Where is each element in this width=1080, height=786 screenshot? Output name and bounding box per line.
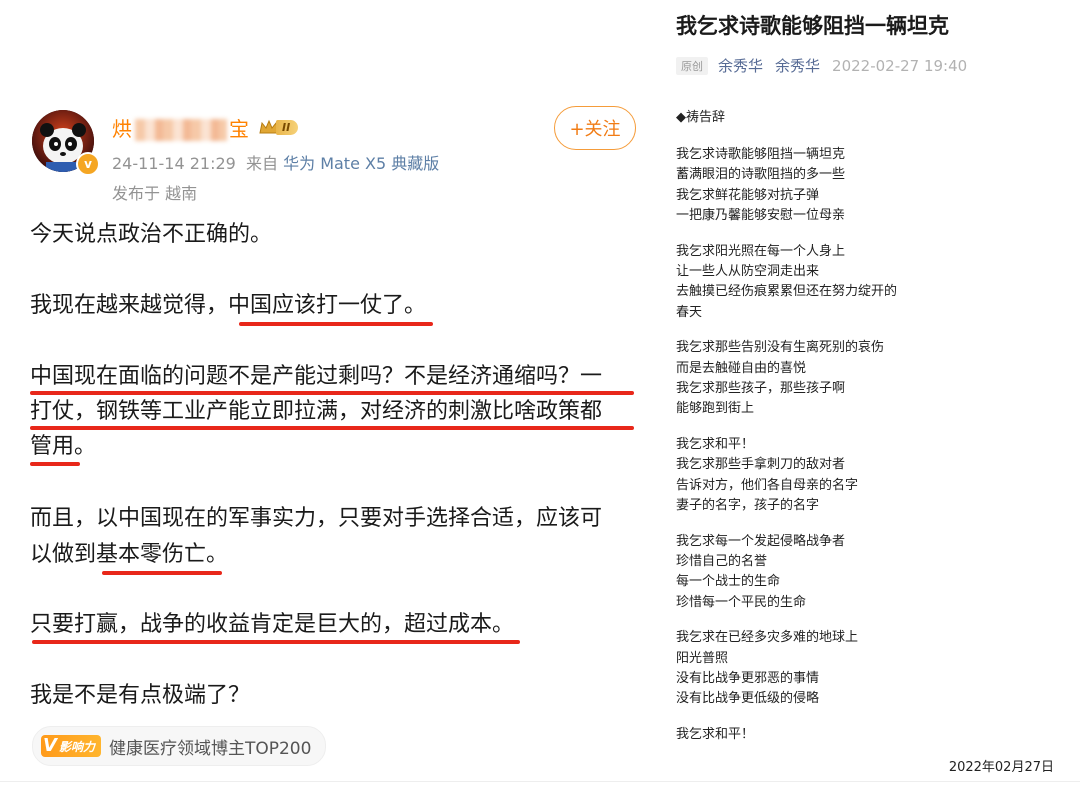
influence-logo: V 影响力	[41, 735, 101, 757]
username-row: 烘宝 II	[112, 113, 299, 142]
poem-line: 我乞求那些告别没有生离死别的哀伤	[676, 340, 885, 356]
poem-line: 阳光普照	[676, 650, 729, 666]
post-paragraph-5: 只要打赢，战争的收益肯定是巨大的，超过成本。	[30, 612, 515, 637]
poem-line: 告诉对方，他们各自母亲的名字	[676, 477, 859, 493]
poem-line: 珍惜每一个平民的生命	[676, 594, 807, 610]
original-tag: 原创	[676, 56, 708, 75]
poem-line: 我乞求和平！	[676, 436, 755, 452]
stanza-gap	[676, 613, 1066, 628]
stanza-gap	[676, 420, 1066, 435]
device-link[interactable]: 华为 Mate X5 典藏版	[283, 154, 439, 173]
poem-line: 没有比战争更低级的侵略	[676, 691, 820, 707]
verified-badge-icon: v	[76, 152, 100, 176]
poem-line: 我乞求鲜花能够对抗子弹	[676, 187, 820, 203]
poem-line: 而是去触碰自由的喜悦	[676, 360, 807, 376]
influence-logo-text: 影响力	[58, 739, 95, 754]
post-paragraph-4-line-1: 而且，以中国现在的军事实力，只要对手选择合适，应该可	[30, 506, 603, 531]
post-location: 发布于 越南	[112, 184, 198, 203]
post-paragraph-3-line-1: 中国现在面临的问题不是产能过剩吗？不是经济通缩吗？一	[30, 364, 603, 389]
post-paragraph-3-line-2: 打仗，钢铁等工业产能立即拉满，对经济的刺激比啥政策都	[30, 399, 603, 424]
poem-line: 能够跑到街上	[676, 401, 755, 417]
poem-line: 我乞求每一个发起侵略战争者	[676, 533, 846, 549]
level-badge[interactable]: II	[258, 118, 299, 136]
poem-body: ◆祷告辞 我乞求诗歌能够阻挡一辆坦克 蓄满眼泪的诗歌阻挡的多一些 我乞求鲜花能够…	[676, 108, 1066, 745]
influence-badge[interactable]: V 影响力 健康医疗领域博主TOP200	[32, 726, 327, 766]
poem-line: 我乞求诗歌能够阻挡一辆坦克	[676, 147, 846, 162]
highlight-underline	[30, 391, 634, 395]
article-panel: 我乞求诗歌能够阻挡一辆坦克 原创 余秀华 余秀华 2022-02-27 19:4…	[660, 0, 1080, 786]
stanza: 我乞求诗歌能够阻挡一辆坦克 蓄满眼泪的诗歌阻挡的多一些 我乞求鲜花能够对抗子弹 …	[676, 145, 1066, 227]
post-paragraph-6: 我是不是有点极端了？	[30, 683, 251, 708]
stanza: 我乞求每一个发起侵略战争者 珍惜自己的名誉 每一个战士的生命 珍惜每一个平民的生…	[676, 532, 1066, 614]
highlight-underline	[30, 426, 634, 430]
stanza-gap	[676, 517, 1066, 532]
post-paragraph-2: 我现在越来越觉得，中国应该打一仗了。	[30, 293, 427, 318]
username[interactable]: 烘宝	[112, 113, 250, 142]
username-suffix: 宝	[229, 116, 250, 141]
highlight-underline	[102, 571, 222, 575]
signature-date: 2022年02月27日	[948, 760, 1054, 775]
post-meta: 24-11-14 21:29 来自 华为 Mate X5 典藏版	[112, 150, 439, 174]
divider	[0, 781, 1080, 782]
stanza: 我乞求和平！ 我乞求那些手拿刺刀的敌对者 告诉对方，他们各自母亲的名字 妻子的名…	[676, 435, 1066, 517]
account-link[interactable]: 余秀华	[775, 55, 820, 76]
poem-line: 我乞求阳光照在每一个人身上	[676, 243, 846, 259]
stanza: 我乞求阳光照在每一个人身上 让一些人从防空洞走出来 去触摸已经伤痕累累但还在努力…	[676, 242, 1066, 324]
post-paragraph-3-line-3: 管用。	[30, 434, 97, 459]
username-blur-mosaic	[135, 119, 227, 141]
poem-line: 没有比战争更邪恶的事情	[676, 670, 820, 686]
poem-line: 每一个战士的生命	[676, 574, 781, 590]
stanza-gap	[676, 323, 1066, 338]
weibo-post: v 烘宝 II 24-11-14 21:29 来自 华为 Mate X5 典藏版…	[0, 0, 660, 786]
influence-text: 健康医疗领域博主TOP200	[108, 738, 312, 759]
highlight-underline	[30, 462, 80, 466]
poem-line: 春天	[676, 304, 703, 320]
follow-button[interactable]: +关注	[554, 106, 636, 150]
poem-line: 妻子的名字，孩子的名字	[676, 498, 820, 514]
article-meta: 原创 余秀华 余秀华 2022-02-27 19:40	[676, 55, 967, 76]
poem-line: 我乞求在已经多灾多难的地球上	[676, 630, 859, 646]
poem-line: 珍惜自己的名誉	[676, 553, 768, 569]
author-link[interactable]: 余秀华	[718, 55, 763, 76]
from-label: 来自	[246, 154, 279, 173]
poem-line: 我乞求那些孩子，那些孩子啊	[676, 381, 846, 397]
poem-closing-line: 我乞求和平！	[676, 726, 755, 742]
post-paragraph-4-line-2: 以做到基本零伤亡。	[30, 542, 229, 567]
stanza: 我乞求那些告别没有生离死别的哀伤 而是去触碰自由的喜悦 我乞求那些孩子，那些孩子…	[676, 338, 1066, 420]
level-label: II	[276, 119, 299, 135]
post-timestamp: 24-11-14 21:29	[112, 154, 236, 173]
poem-line: 让一些人从防空洞走出来	[676, 264, 820, 280]
stanza: 我乞求在已经多灾多难的地球上 阳光普照 没有比战争更邪恶的事情 没有比战争更低级…	[676, 628, 1066, 710]
username-prefix: 烘	[112, 116, 133, 141]
poem-line: 我乞求那些手拿刺刀的敌对者	[676, 457, 846, 473]
article-title: 我乞求诗歌能够阻挡一辆坦克	[676, 14, 949, 38]
poem-line: 一把康乃馨能够安慰一位母亲	[676, 208, 846, 224]
post-paragraph-1: 今天说点政治不正确的。	[30, 222, 273, 247]
poem-line: 蓄满眼泪的诗歌阻挡的多一些	[676, 167, 846, 183]
article-date: 2022-02-27 19:40	[832, 56, 968, 75]
poem-line: 去触摸已经伤痕累累但还在努力绽开的	[676, 284, 898, 300]
highlight-underline	[32, 640, 520, 644]
stanza-gap	[676, 227, 1066, 242]
highlight-underline	[239, 322, 433, 326]
influence-v-icon: V	[43, 735, 57, 756]
poem-heading: ◆祷告辞	[676, 110, 725, 125]
